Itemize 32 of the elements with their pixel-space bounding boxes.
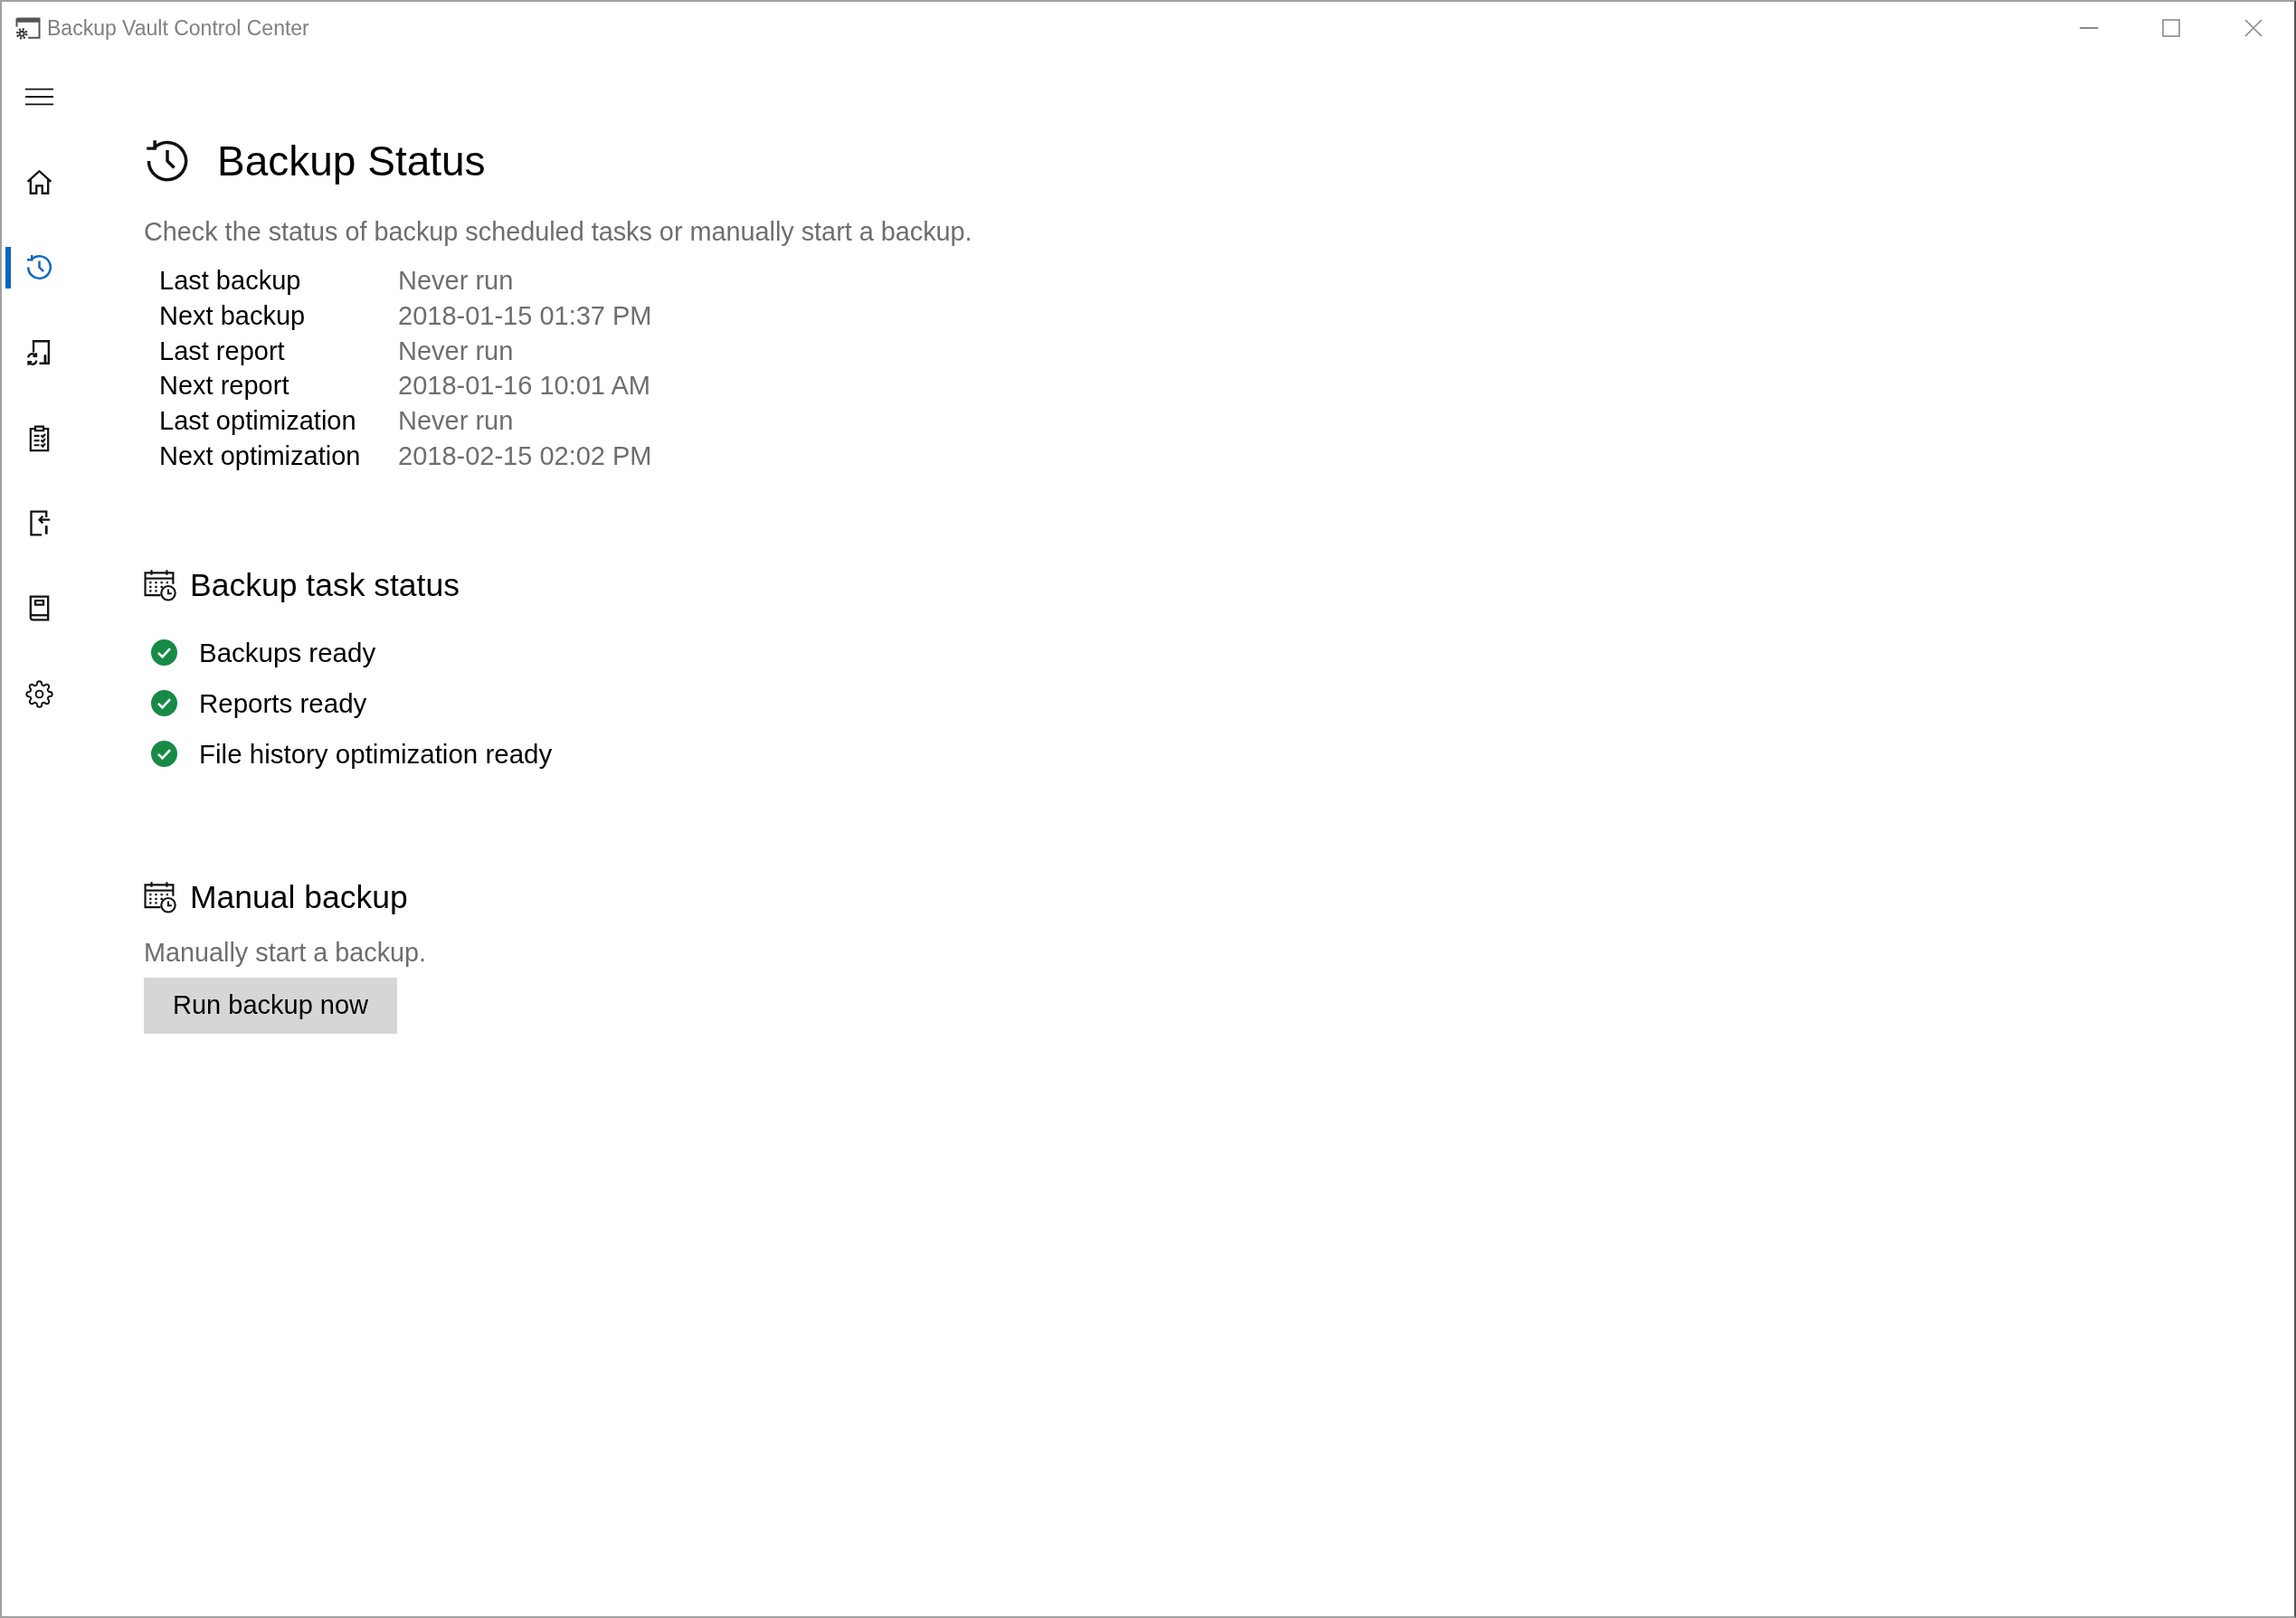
schedule-label: Last backup (159, 265, 302, 297)
schedule-label: Last report (159, 335, 286, 367)
schedule-label: Next report (159, 370, 290, 402)
history-icon (24, 253, 53, 282)
schedule-value: 2018-01-16 10:01 AM (398, 370, 651, 402)
settings-icon (24, 679, 53, 708)
schedule-value: 2018-01-15 01:37 PM (398, 299, 652, 332)
page-description: Check the status of backup scheduled tasks or manually start a backup. (144, 216, 972, 248)
schedule-label: Next backup (159, 299, 307, 332)
section-description: Manually start a backup. (144, 936, 427, 969)
schedule-label: Next optimization (159, 440, 362, 472)
schedule-value: 2018-02-15 02:02 PM (398, 440, 652, 472)
close-icon (2244, 19, 2263, 37)
section-title: Manual backup (190, 877, 408, 917)
status-label: Reports ready (199, 687, 367, 719)
section-title: Backup task status (190, 565, 460, 605)
status-label: Backups ready (199, 637, 376, 668)
home-icon (24, 167, 53, 196)
schedule-value: Never run (398, 265, 515, 297)
calendar-clock-icon (144, 568, 177, 602)
schedule-value: Never run (398, 405, 515, 438)
page-title: Backup Status (217, 137, 486, 186)
calendar-clock-icon (144, 880, 177, 914)
menu-icon (24, 88, 53, 106)
minimize-icon (2079, 27, 2098, 29)
status-label: File history optimization ready (199, 738, 553, 770)
schedule-value: Never run (398, 335, 515, 367)
run-backup-button[interactable]: Run backup now (144, 977, 398, 1034)
schedule-label: Last optimization (159, 405, 357, 438)
app-icon (14, 14, 42, 42)
maximize-icon (2161, 19, 2180, 37)
window-title: Backup Vault Control Center (47, 15, 309, 41)
